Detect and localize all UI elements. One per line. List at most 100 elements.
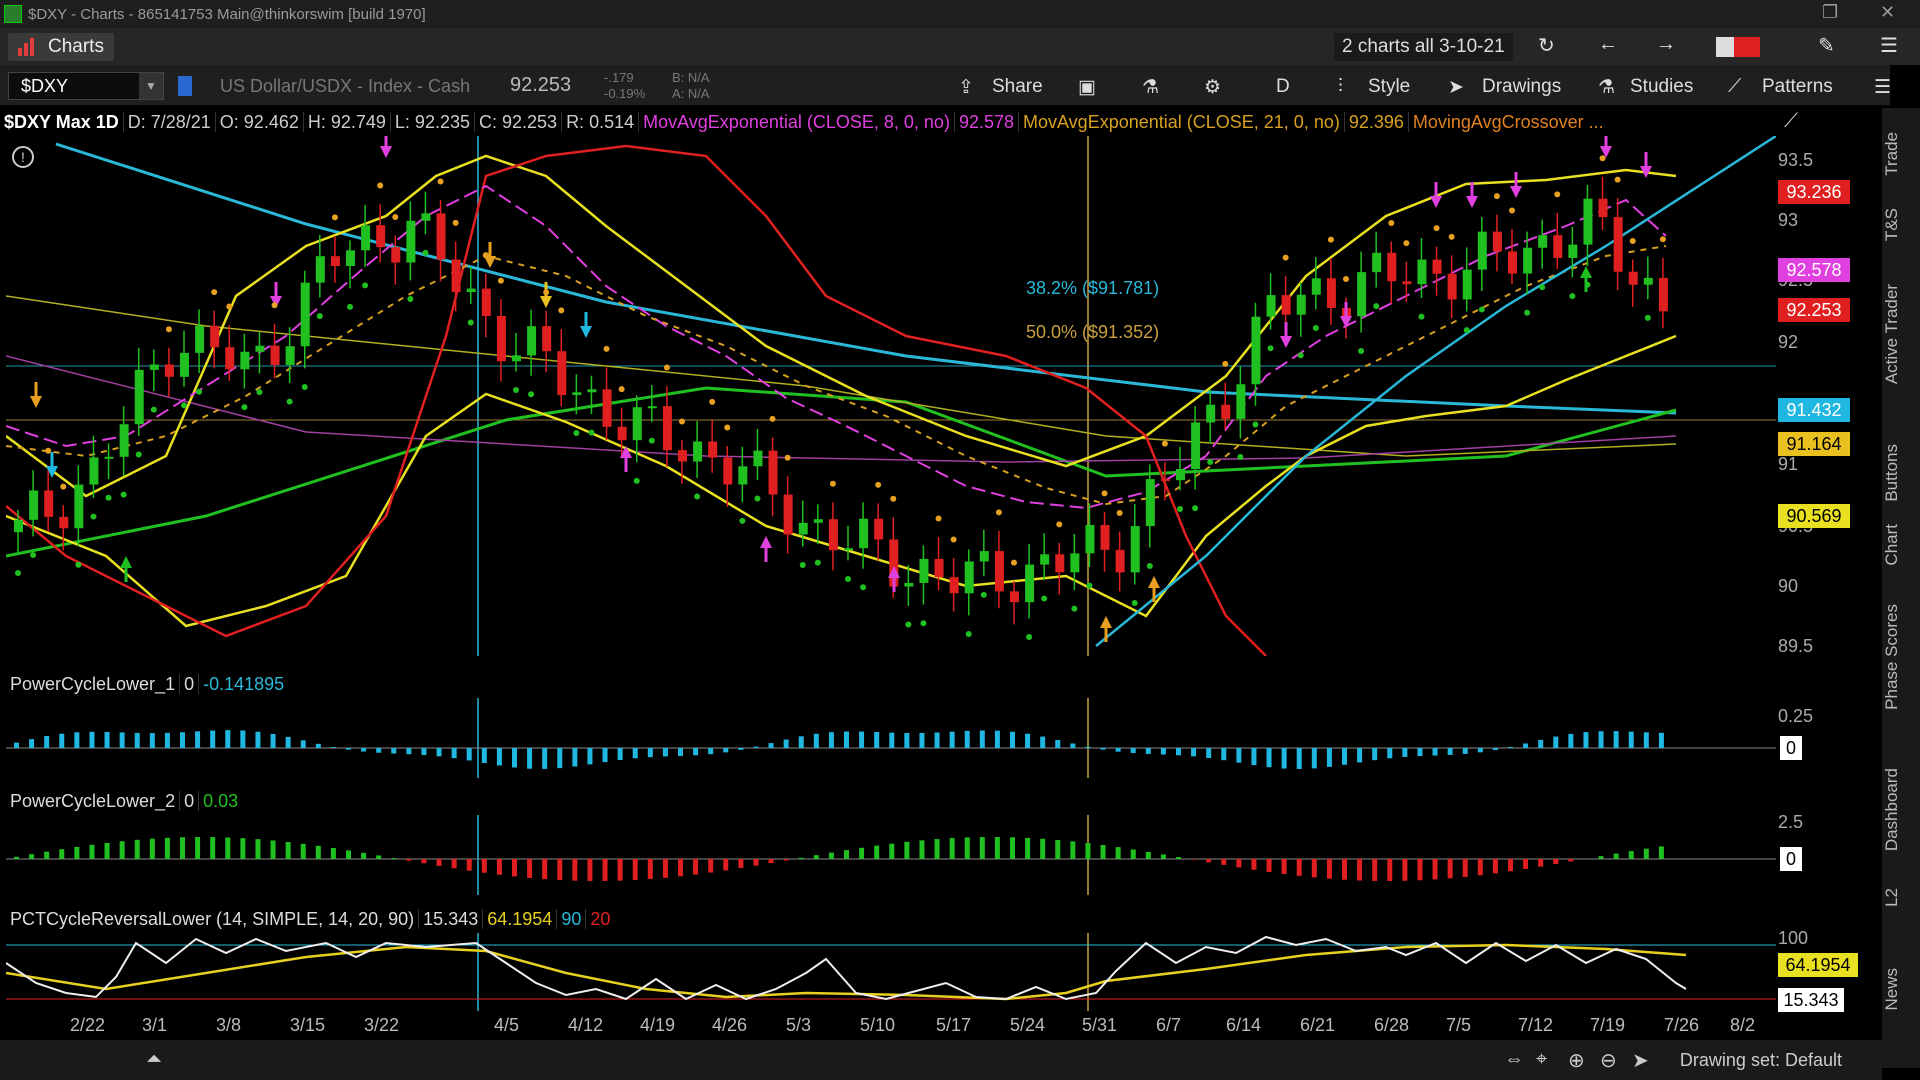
grid-name[interactable]: 2 charts all 3-10-21 — [1334, 33, 1513, 61]
forward-icon[interactable]: → — [1656, 33, 1676, 56]
stop-dot — [105, 494, 112, 501]
restore-icon[interactable]: ❐ — [1822, 2, 1838, 23]
link-icon[interactable] — [178, 76, 192, 96]
candle-body — [1010, 591, 1019, 603]
flask-icon[interactable]: ⚗ — [1142, 76, 1159, 99]
hist-bar — [1115, 847, 1121, 859]
fib-382-label: 38.2% ($91.781) — [1026, 278, 1159, 298]
bollinger-lower-line — [6, 334, 1677, 628]
collapse-icon[interactable]: ⏶ — [146, 1048, 162, 1071]
hist-bar — [225, 837, 231, 859]
style-button[interactable]: Style — [1368, 76, 1410, 98]
hist-bar — [270, 733, 276, 748]
back-icon[interactable]: ← — [1598, 33, 1618, 56]
power-cycle-2-histogram[interactable] — [6, 815, 1776, 895]
hist-bar — [1417, 859, 1423, 881]
panel1-name[interactable]: PowerCycleLower_1 — [6, 674, 181, 694]
patterns-button[interactable]: Patterns — [1762, 76, 1833, 98]
price-axis-label: 89.5 — [1778, 636, 1814, 656]
candle-body — [828, 519, 838, 551]
price-axis-label: 90 — [1778, 576, 1799, 596]
candle-body — [300, 282, 310, 347]
candle-body — [1130, 526, 1140, 573]
drawings-button[interactable]: Drawings — [1482, 76, 1561, 98]
candle-body — [693, 441, 703, 462]
charts-tab[interactable]: Charts — [8, 32, 114, 61]
refresh-icon[interactable]: ↻ — [1538, 33, 1555, 58]
pointer-icon[interactable]: ➤ — [1632, 1048, 1649, 1073]
panel2-name[interactable]: PowerCycleLower_2 — [6, 791, 181, 811]
close-icon[interactable]: ✕ — [1880, 2, 1895, 23]
bar-range: R: 0.514 — [562, 112, 640, 132]
right-tab-l2[interactable]: L2 — [1882, 888, 1920, 907]
hist-bar — [481, 748, 487, 764]
pin-icon[interactable]: ✎ — [1818, 33, 1835, 58]
chart-mode-icon[interactable]: ⟋ — [1784, 110, 1798, 133]
ema8-label[interactable]: MovAvgExponential (CLOSE, 8, 0, no) — [639, 112, 955, 132]
ema21-label[interactable]: MovAvgExponential (CLOSE, 21, 0, no) — [1019, 112, 1345, 132]
stop-dot — [1222, 360, 1229, 367]
panel3-v1: 15.343 — [419, 909, 484, 929]
stop-dot — [618, 386, 625, 393]
hist-bar — [512, 748, 517, 768]
color-link-icon[interactable] — [1716, 37, 1760, 57]
candle-body — [1613, 217, 1623, 272]
pan-icon[interactable]: ⇔ — [1504, 1048, 1524, 1071]
right-tab-dashboard[interactable]: Dashboard — [1882, 768, 1920, 851]
studies-button[interactable]: Studies — [1630, 76, 1693, 98]
hist-bar — [874, 845, 880, 859]
hist-bar — [1598, 856, 1604, 859]
menu-icon[interactable]: ☰ — [1880, 33, 1898, 58]
stop-dot — [709, 398, 716, 405]
stop-dot — [392, 214, 399, 221]
right-tab-trade[interactable]: Trade — [1882, 132, 1920, 176]
right-tab-chart[interactable]: Chart — [1882, 524, 1920, 566]
zoom-out-icon[interactable]: ⊖ — [1600, 1048, 1617, 1073]
panel3-header: PCTCycleReversalLower (14, SIMPLE, 14, 2… — [6, 905, 615, 933]
symbol-description: US Dollar/USDX - Index - Cash — [220, 76, 471, 96]
right-tab-news[interactable]: News — [1882, 968, 1920, 1011]
hist-bar — [421, 748, 427, 756]
right-tab-phase-scores[interactable]: Phase Scores — [1882, 604, 1920, 710]
right-tab-buttons[interactable]: Buttons — [1882, 444, 1920, 502]
stop-dot — [995, 509, 1002, 516]
zoom-in-icon[interactable]: ⊕ — [1568, 1048, 1585, 1073]
crosshair-icon[interactable]: ⌖ — [1536, 1048, 1547, 1071]
gear-icon[interactable]: ⚙ — [1204, 76, 1221, 99]
time-axis-label: 4/26 — [712, 1015, 748, 1035]
drawing-set[interactable]: Drawing set: Default — [1680, 1050, 1842, 1071]
stop-dot — [90, 513, 97, 520]
candle-body — [904, 582, 914, 587]
hist-bar — [557, 859, 563, 881]
list-icon[interactable]: ☰ — [1874, 76, 1891, 99]
candle-body — [1085, 524, 1095, 554]
hist-bar — [1462, 748, 1468, 754]
chevron-down-icon[interactable]: ▼ — [139, 73, 163, 99]
time-axis-label: 3/22 — [364, 1015, 400, 1035]
hist-bar — [240, 838, 246, 859]
stop-dot — [1403, 240, 1410, 247]
share-button[interactable]: Share — [992, 76, 1043, 98]
symbol-value: $DXY — [21, 76, 69, 96]
symbol-input[interactable]: $DXY ▼ — [8, 72, 164, 100]
signal-arrow — [1148, 576, 1160, 588]
stop-dot — [1388, 219, 1395, 226]
hist-bar — [1492, 748, 1498, 750]
right-tab-t-s[interactable]: T&S — [1882, 208, 1920, 241]
right-tab-active-trader[interactable]: Active Trader — [1882, 284, 1920, 384]
price-chart[interactable]: 38.2% ($91.781) 50.0% ($91.352) — [6, 136, 1776, 656]
chart-settings-icon[interactable]: ▣ — [1078, 76, 1096, 99]
power-cycle-1-histogram[interactable] — [6, 698, 1776, 778]
crossover-label[interactable]: MovingAvgCrossover ... — [1409, 112, 1608, 132]
period-button[interactable]: D — [1276, 76, 1290, 98]
stop-dot — [437, 178, 444, 185]
candle-body — [149, 364, 159, 370]
time-axis[interactable]: 2/22 3/1 3/8 3/15 3/22 4/5 4/12 4/19 4/26 5/3 5/10… — [0, 1012, 1780, 1038]
hist-bar — [210, 837, 216, 859]
cycle-reversal-oscillator[interactable] — [6, 933, 1776, 1011]
candle-body — [587, 389, 597, 393]
panel3-name[interactable]: PCTCycleReversalLower (14, SIMPLE, 14, 2… — [6, 909, 420, 929]
panel3-v3: 90 — [557, 909, 587, 929]
bar-high: H: 92.749 — [303, 112, 391, 132]
price-axis-label: 93 — [1778, 210, 1799, 230]
